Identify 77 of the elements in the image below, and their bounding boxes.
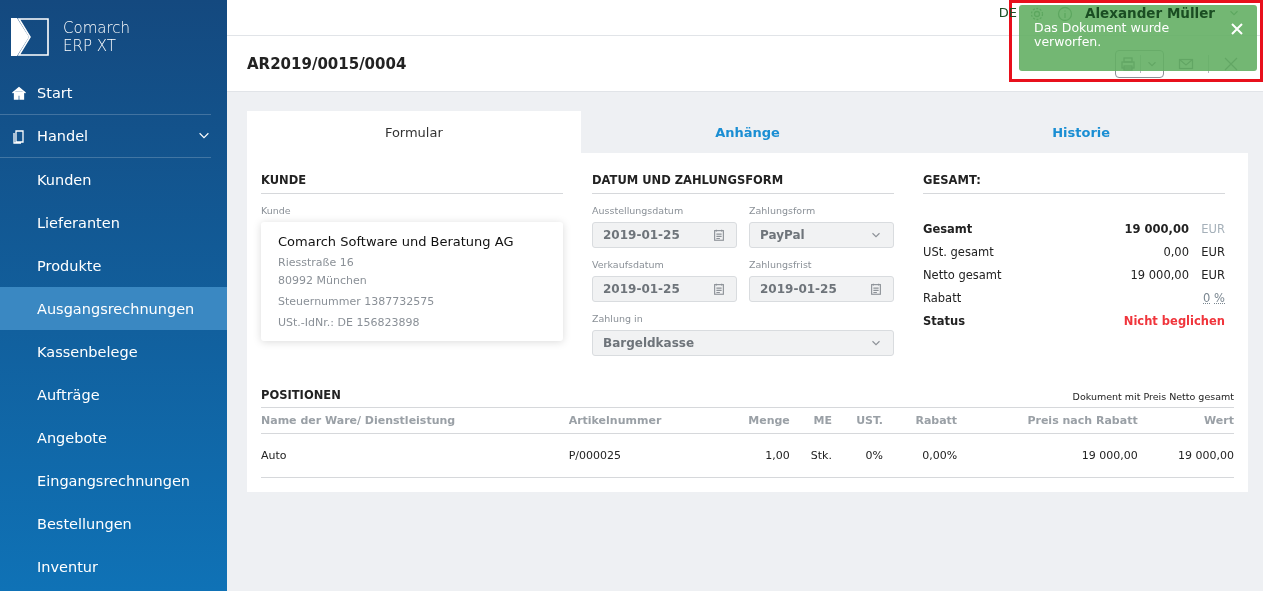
table-cell: 0,00% [883, 433, 958, 478]
total-value: 19 000,00 [1124, 221, 1189, 236]
total-label: Rabatt [923, 290, 963, 305]
field-label: Verkaufsdatum [592, 259, 665, 270]
customer-detail: 80992 München [278, 273, 368, 289]
column-header: Preis nach Rabatt [957, 408, 1138, 434]
section-heading: POSITIONEN [261, 388, 341, 402]
total-label: Gesamt [923, 221, 974, 236]
calendar-icon [712, 228, 726, 242]
table-cell: Stk. [789, 433, 832, 478]
home-icon [11, 85, 27, 101]
customer-detail: Steuernummer 1387732575 [278, 294, 436, 310]
field-label: Zahlungsform [749, 205, 817, 216]
sidebar-item[interactable]: Lieferanten [0, 201, 227, 244]
column-header: UST. [832, 408, 884, 434]
documents-icon [11, 128, 27, 144]
currency: EUR [1200, 267, 1225, 282]
total-label: USt. gesamt [923, 244, 995, 259]
section-heading: KUNDE [261, 173, 563, 194]
date-field[interactable]: 2019-01-25 [749, 276, 894, 302]
logo-icon [11, 17, 49, 56]
tab[interactable]: Anhänge [580, 111, 915, 153]
calendar-icon [869, 282, 883, 296]
tab[interactable]: Historie [914, 111, 1248, 153]
sidebar-item[interactable]: Start [0, 72, 211, 115]
column-header: Rabatt [883, 408, 958, 434]
table-cell: Auto [261, 433, 563, 478]
field-label: Kunde [261, 205, 292, 216]
date-field[interactable]: 2019-01-25 [592, 222, 737, 248]
customer-name: Comarch Software und Beratung AG [278, 234, 515, 249]
column-header: Artikelnummer [562, 408, 716, 434]
toast-message: Das Dokument wurde verworfen. [1034, 21, 1171, 49]
total-label: Status [923, 313, 967, 328]
sidebar-item[interactable]: Produkte [0, 244, 227, 287]
sidebar-item[interactable]: Kunden [0, 158, 227, 201]
app-name: Comarch ERP XT [63, 18, 132, 55]
field-label: Ausstellungsdatum [592, 205, 685, 216]
sidebar-item[interactable]: Eingangsrechnungen [0, 459, 227, 502]
total-value: 19 000,00 [1130, 267, 1189, 282]
table-cell: 19 000,00 [1137, 433, 1234, 478]
document-title: AR2019/0015/0004 [247, 54, 407, 73]
tab[interactable]: Formular [247, 111, 581, 153]
section-heading: DATUM UND ZAHLUNGSFORM [592, 173, 894, 194]
select-field[interactable]: PayPal [749, 222, 894, 248]
currency: EUR [1200, 221, 1225, 236]
table-cell: 1,00 [715, 433, 790, 478]
customer-detail: USt.-IdNr.: DE 156823898 [278, 315, 421, 331]
column-header: Menge [715, 408, 790, 434]
column-header: Name der Ware/ Dienstleistung [261, 408, 563, 434]
table-cell: P/000025 [562, 433, 716, 478]
section-heading: GESAMT: [923, 173, 1225, 194]
table-cell: 0% [832, 433, 884, 478]
currency: EUR [1200, 244, 1225, 259]
price-mode-note: Dokument mit Preis Netto gesamt [1072, 391, 1234, 402]
date-field[interactable]: 2019-01-25 [592, 276, 737, 302]
select-field[interactable]: Bargeldkasse [592, 330, 894, 356]
field-label: Zahlungsfrist [749, 259, 813, 270]
close-icon [1229, 21, 1245, 37]
discount-link[interactable]: 0 [1203, 290, 1211, 305]
column-header: Wert [1137, 408, 1234, 434]
status-value: Nicht beglichen [1123, 313, 1225, 328]
sidebar-item[interactable]: Bestellungen [0, 502, 227, 545]
total-value: 0,00 [1163, 244, 1189, 259]
field-label: Zahlung in [592, 313, 644, 324]
user-name[interactable]: Alexander Müller [1085, 6, 1215, 20]
sidebar-item[interactable]: Inventur [0, 545, 227, 588]
sidebar-item[interactable]: Angebote [0, 416, 227, 459]
total-label: Netto gesamt [923, 267, 1003, 282]
percent-link[interactable]: % [1214, 290, 1225, 305]
sidebar-item[interactable]: Kassenbelege [0, 330, 227, 373]
column-header: ME [789, 408, 832, 434]
sidebar-item[interactable]: Ausgangsrechnungen [0, 287, 227, 330]
calendar-icon [712, 282, 726, 296]
customer-detail: Riesstraße 16 [278, 255, 355, 271]
table-cell: 19 000,00 [957, 433, 1138, 478]
sidebar-item[interactable]: Handel [0, 115, 211, 158]
sidebar-item[interactable]: Aufträge [0, 373, 227, 416]
